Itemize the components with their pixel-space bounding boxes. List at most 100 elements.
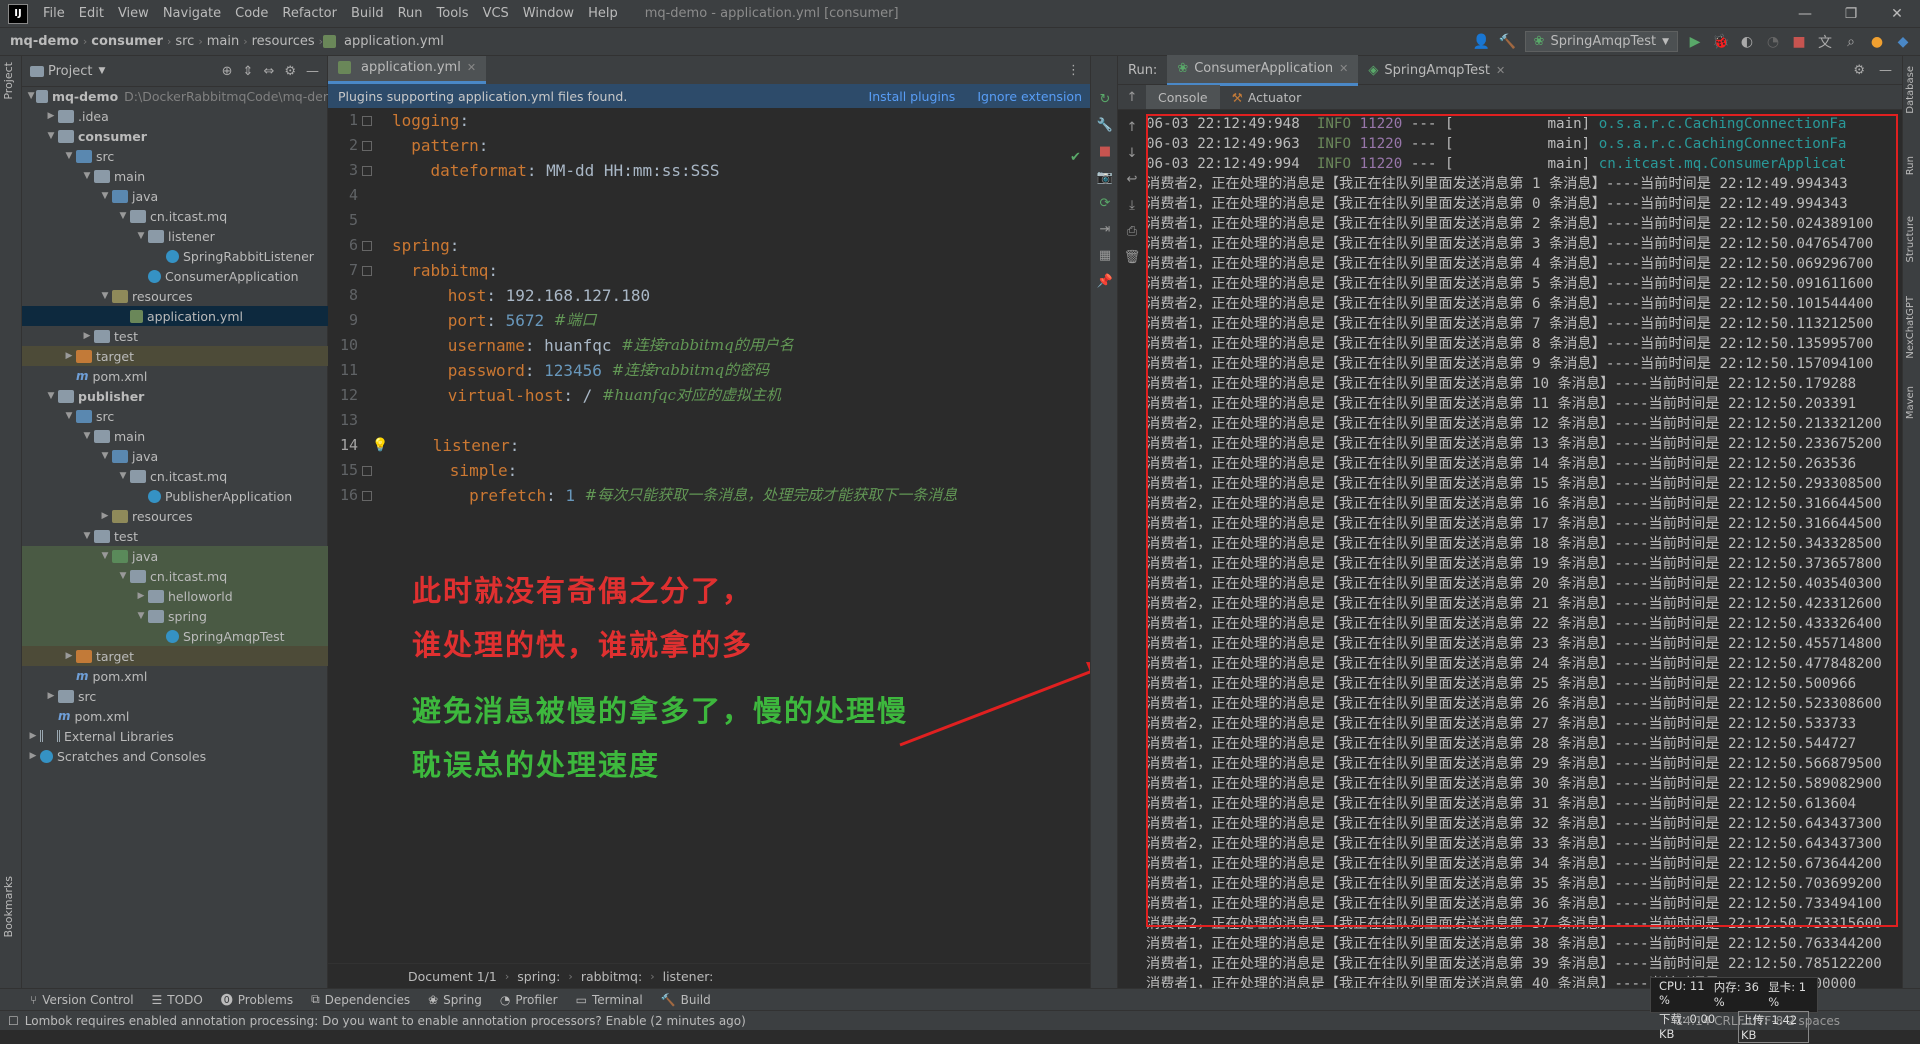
tree-item[interactable]: ▼ main [22,426,328,446]
plugin-icon[interactable]: ◆ [1894,33,1912,51]
trash-icon[interactable]: 🗑 [1118,244,1146,270]
tree-item[interactable]: SpringRabbitListener [22,246,328,266]
tree-item[interactable]: ▼ cn.itcast.mq [22,566,328,586]
tool-version-control[interactable]: ⑂ Version Control [30,993,134,1007]
menu-run[interactable]: Run [391,6,430,21]
build-hammer-icon[interactable]: 🔨 [1499,33,1517,51]
breadcrumb-item[interactable]: main [203,34,243,49]
expanded-arrow-icon[interactable]: ▼ [116,471,130,481]
profile-icon[interactable]: ◔ [1764,33,1782,51]
fold-marker-icon[interactable] [362,465,372,476]
status-message[interactable]: Lombok requires enabled annotation proce… [25,1014,746,1028]
tree-item[interactable]: ▶ test [22,326,328,346]
tab-spring-amqp-test[interactable]: ◈ SpringAmqpTest ✕ [1358,56,1515,84]
tree-item[interactable]: ▼ publisher [22,386,328,406]
collapsed-arrow-icon[interactable]: ▶ [62,351,76,361]
expanded-arrow-icon[interactable]: ▼ [116,211,130,221]
expanded-arrow-icon[interactable]: ▼ [26,91,36,101]
collapsed-arrow-icon[interactable]: ▶ [26,731,40,741]
collapsed-arrow-icon[interactable]: ▶ [62,651,76,661]
menu-navigate[interactable]: Navigate [156,6,228,21]
collapsed-arrow-icon[interactable]: ▶ [44,691,58,701]
menu-build[interactable]: Build [344,6,391,21]
expanded-arrow-icon[interactable]: ▼ [98,191,112,201]
close-icon[interactable]: ✕ [1874,6,1920,22]
debug-icon[interactable]: 🐞 [1712,33,1730,51]
menu-view[interactable]: View [111,6,156,21]
project-view-select[interactable]: Project [48,64,92,79]
tool-todo[interactable]: ☰ TODO [152,993,203,1007]
tree-item[interactable]: ▼ src [22,406,328,426]
collapsed-arrow-icon[interactable]: ▶ [26,751,40,761]
locate-icon[interactable]: ⊕ [222,64,233,79]
project-tool-tab[interactable]: Project [2,62,15,100]
expanded-arrow-icon[interactable]: ▼ [62,411,76,421]
fold-marker-icon[interactable] [362,165,372,176]
run-icon[interactable]: ▶ [1686,33,1704,51]
tool-terminal[interactable]: ▭ Terminal [576,993,643,1007]
more-tabs-icon[interactable]: ⋮ [1057,63,1090,84]
install-plugins-link[interactable]: Install plugins [869,89,956,104]
tree-item[interactable]: ▼ cn.itcast.mq [22,206,328,226]
tree-item[interactable]: ConsumerApplication [22,266,328,286]
user-icon[interactable]: 👤 [1473,33,1491,51]
expanded-arrow-icon[interactable]: ▼ [44,131,58,141]
debug-restart-icon[interactable]: ⟳ [1091,190,1119,216]
expanded-arrow-icon[interactable]: ▼ [80,431,94,441]
tree-item[interactable]: ▶ src [22,686,328,706]
tree-item[interactable]: ▼ java [22,186,328,206]
expand-all-icon[interactable]: ⇕ [243,64,254,79]
gear-icon[interactable]: ⚙ [1853,63,1865,78]
tree-item[interactable]: ▶ target [22,646,328,666]
collapsed-arrow-icon[interactable]: ▶ [134,591,148,601]
rerun-icon[interactable]: ↻ [1091,86,1119,112]
run-tool-tab[interactable]: Run [1905,156,1916,175]
structure-tool-tab[interactable]: Structure [1905,216,1916,263]
tree-item[interactable]: m pom.xml [22,366,328,386]
expanded-arrow-icon[interactable]: ▼ [134,231,148,241]
expanded-arrow-icon[interactable]: ▼ [80,171,94,181]
inspection-ok-icon[interactable]: ✔ [1070,150,1081,165]
breadcrumb-item[interactable]: src [171,34,198,49]
tool-build[interactable]: 🔨 Build [661,993,711,1007]
tree-item[interactable]: SpringAmqpTest [22,626,328,646]
editor-breadcrumb-item[interactable]: spring: [517,969,560,984]
collapsed-arrow-icon[interactable]: ▶ [98,511,112,521]
tree-item[interactable]: m pom.xml [22,666,328,686]
menu-edit[interactable]: Edit [72,6,111,21]
expanded-arrow-icon[interactable]: ▼ [98,551,112,561]
tree-item[interactable]: ▼ listener [22,226,328,246]
editor-breadcrumb-item[interactable]: listener: [663,969,714,984]
soft-wrap-icon[interactable]: ↩ [1118,166,1146,192]
tree-item[interactable]: m pom.xml [22,706,328,726]
camera-icon[interactable]: 📷 [1091,164,1119,190]
breadcrumb-item[interactable]: mq-demo [6,34,83,49]
menu-help[interactable]: Help [581,6,625,21]
tree-item[interactable]: ▼ spring [22,606,328,626]
expanded-arrow-icon[interactable]: ▼ [98,291,112,301]
tree-item[interactable]: ▼ java [22,446,328,466]
stop-icon[interactable]: ■ [1790,33,1808,51]
tab-console[interactable]: Console [1146,85,1220,109]
tab-consumer-application[interactable]: ❀ ConsumerApplication ✕ [1167,54,1359,86]
restore-icon[interactable]: ❐ [1828,6,1874,22]
fold-marker-icon[interactable] [362,140,372,151]
collapsed-arrow-icon[interactable]: ▶ [44,111,58,121]
tool-dependencies[interactable]: ⧉ Dependencies [311,992,410,1007]
expanded-arrow-icon[interactable]: ▼ [62,151,76,161]
intention-bulb-icon[interactable]: 💡 [372,433,388,458]
breadcrumb-item[interactable]: application.yml [340,34,448,49]
tree-item[interactable]: ▼ src [22,146,328,166]
menu-refactor[interactable]: Refactor [275,6,344,21]
maven-tool-tab[interactable]: Maven [1905,386,1916,419]
gear-icon[interactable]: ⚙ [284,64,296,79]
code-area[interactable]: 1 logging: 2 pattern: 3 dateformat: MM-dd… [328,108,1090,508]
tool-problems[interactable]: ⓿ Problems [221,991,293,1008]
ignore-extension-link[interactable]: Ignore extension [977,89,1082,104]
breadcrumb-item[interactable]: resources [248,34,319,49]
menu-code[interactable]: Code [228,6,275,21]
menu-vcs[interactable]: VCS [476,6,516,21]
pin-icon[interactable]: 📌 [1091,268,1119,294]
expanded-arrow-icon[interactable]: ▼ [98,451,112,461]
fold-marker-icon[interactable] [362,240,372,251]
